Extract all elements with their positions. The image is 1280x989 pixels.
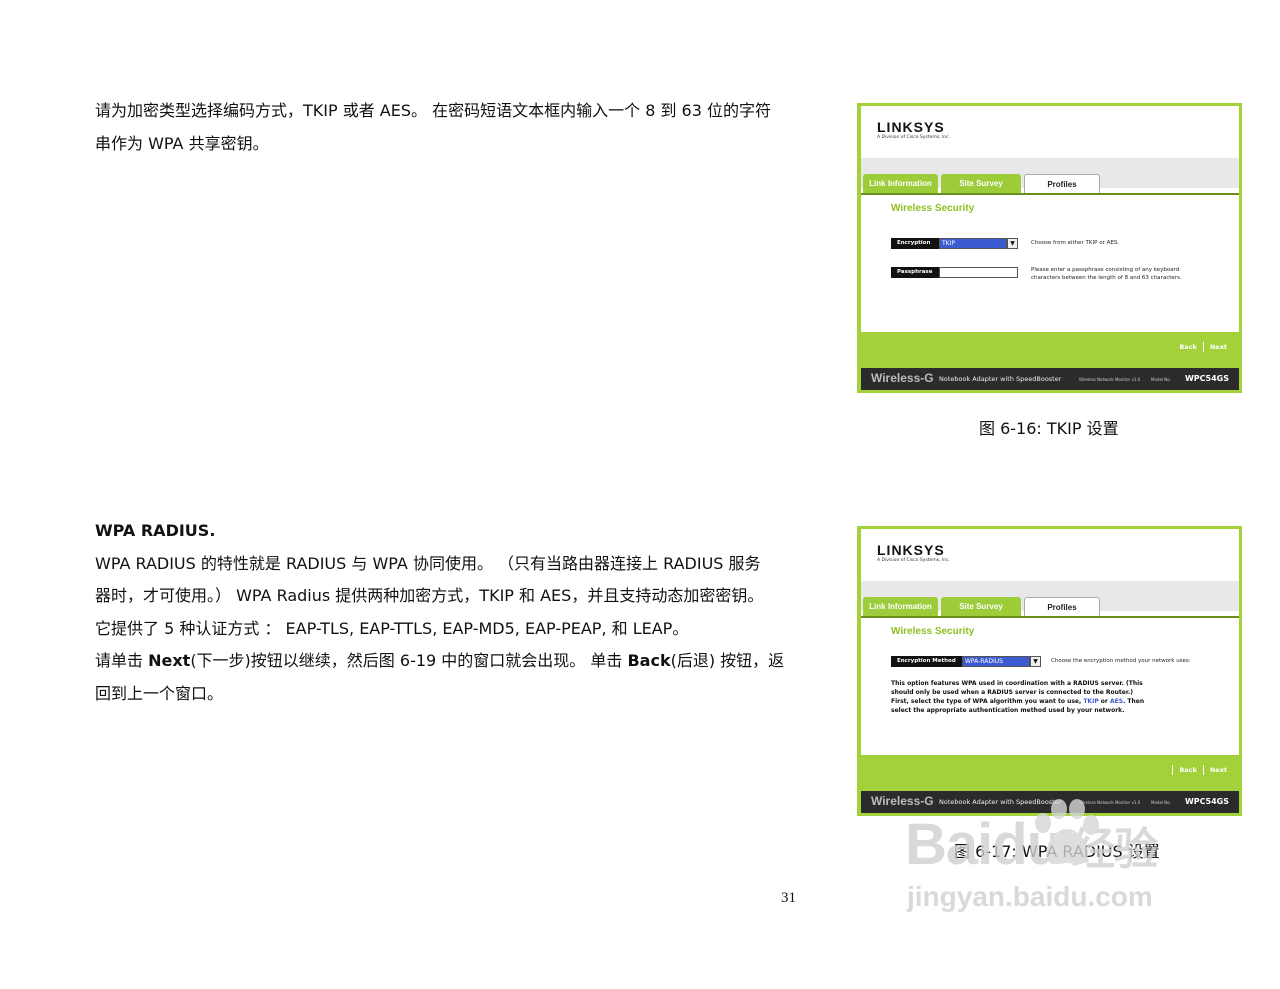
tab-profiles[interactable]: Profiles (1024, 597, 1100, 618)
passphrase-label: Passphrase (891, 267, 939, 278)
paw-icon (1035, 799, 1099, 864)
back-button[interactable]: Back (1179, 766, 1197, 774)
logo-band: LINKSYS A Division of Cisco Systems, Inc… (861, 106, 1239, 158)
footer-brand: Wireless-G (871, 371, 934, 385)
baidu-watermark: Baidu 经验 jingyan.baidu.com (905, 799, 1158, 914)
next-keyword: Next (148, 651, 191, 670)
chevron-down-icon[interactable]: ▼ (1030, 656, 1041, 667)
nav-buttons: Back Next (1172, 765, 1227, 775)
section-title: Wireless Security (891, 626, 975, 637)
back-button[interactable]: Back (1179, 343, 1197, 351)
page-number: 31 (781, 890, 796, 906)
logo-band: LINKSYS A Division of Cisco Systems, Inc… (861, 529, 1239, 581)
encryption-method-select[interactable]: WPA-RADIUS (962, 656, 1030, 667)
encryption-method-hint: Choose the encryption method your networ… (1051, 658, 1191, 664)
figure-6-16-screenshot: LINKSYS A Division of Cisco Systems, Inc… (857, 103, 1242, 393)
section-line-1: WPA RADIUS 的特性就是 RADIUS 与 WPA 协同使用。 （只有当… (95, 553, 761, 573)
figure-6-17-screenshot: LINKSYS A Division of Cisco Systems, Inc… (857, 526, 1242, 816)
footer-green-band: Back Next (861, 755, 1239, 791)
encryption-label: Encryption (891, 238, 939, 249)
linksys-logo-subtitle: A Division of Cisco Systems, Inc. (877, 135, 950, 140)
section-line-5: 回到上一个窗口。 (95, 683, 224, 703)
back-keyword: Back (627, 651, 671, 670)
section-line-4: 请单击 Next(下一步)按钮以继续，然后图 6-19 中的窗口就会出现。 单击… (95, 651, 785, 670)
section-title: Wireless Security (891, 203, 975, 214)
aes-link[interactable]: AES (1110, 698, 1123, 705)
wpa-radius-description: This option features WPA used in coordin… (891, 680, 1145, 714)
section-line-2: 器时，才可使用。） WPA Radius 提供两种加密方式，TKIP 和 AES… (95, 586, 764, 605)
intro-line-1: 请为加密类型选择编码方式，TKIP 或者 AES。 在密码短语文本框内输入一个 … (95, 101, 771, 120)
tab-divider (861, 616, 1239, 618)
chevron-down-icon[interactable]: ▼ (1007, 238, 1018, 249)
footer-monitor: Wireless Network Monitor v1.0 (1079, 377, 1141, 382)
tab-link-information[interactable]: Link Information (863, 597, 938, 617)
linksys-logo: LINKSYS (877, 542, 945, 558)
passphrase-hint: Please enter a passphrase consisting of … (1031, 267, 1182, 281)
footer-brand: Wireless-G (871, 794, 934, 808)
encryption-hint: Choose from either TKIP or AES. (1031, 240, 1120, 246)
intro-line-2: 串作为 WPA 共享密钥。 (95, 133, 269, 153)
linksys-logo: LINKSYS (877, 119, 945, 135)
passphrase-input[interactable] (939, 267, 1018, 278)
tkip-link[interactable]: TKIP (1083, 698, 1098, 705)
footer-green-band: Back Next (861, 332, 1239, 368)
wpa-radius-section: WPA RADIUS. WPA RADIUS 的特性就是 RADIUS 与 WP… (95, 515, 805, 710)
intro-paragraph: 请为加密类型选择编码方式，TKIP 或者 AES。 在密码短语文本框内输入一个 … (95, 95, 805, 160)
tab-link-information[interactable]: Link Information (863, 174, 938, 194)
tab-profiles[interactable]: Profiles (1024, 174, 1100, 195)
tab-site-survey[interactable]: Site Survey (941, 597, 1021, 617)
encryption-method-label: Encryption Method (891, 656, 962, 667)
section-heading: WPA RADIUS. (95, 521, 216, 540)
footer-model: WPC54GS (1184, 374, 1229, 383)
encryption-select[interactable]: TKIP (939, 238, 1007, 249)
nav-buttons: Back Next (1179, 342, 1227, 352)
footer-model: WPC54GS (1184, 797, 1229, 806)
footer-model-label: Model No. (1151, 800, 1171, 805)
next-button[interactable]: Next (1210, 766, 1227, 774)
figure-6-16-caption: 图 6-16: TKIP 设置 (979, 419, 1119, 438)
tab-bar: Link Information Site Survey Profiles (861, 597, 1239, 618)
tab-site-survey[interactable]: Site Survey (941, 174, 1021, 194)
linksys-logo-subtitle: A Division of Cisco Systems, Inc. (877, 558, 950, 563)
tab-divider (861, 193, 1239, 195)
tab-bar: Link Information Site Survey Profiles (861, 174, 1239, 195)
section-line-3: 它提供了 5 种认证方式 ： EAP-TLS, EAP-TTLS, EAP-MD… (95, 618, 689, 638)
footer-product: Notebook Adapter with SpeedBooster (939, 375, 1062, 383)
watermark-url: jingyan.baidu.com (907, 881, 1153, 912)
footer-model-label: Model No. (1151, 377, 1171, 382)
next-button[interactable]: Next (1210, 343, 1227, 351)
footer-product-bar: Wireless-G Notebook Adapter with SpeedBo… (861, 368, 1239, 390)
